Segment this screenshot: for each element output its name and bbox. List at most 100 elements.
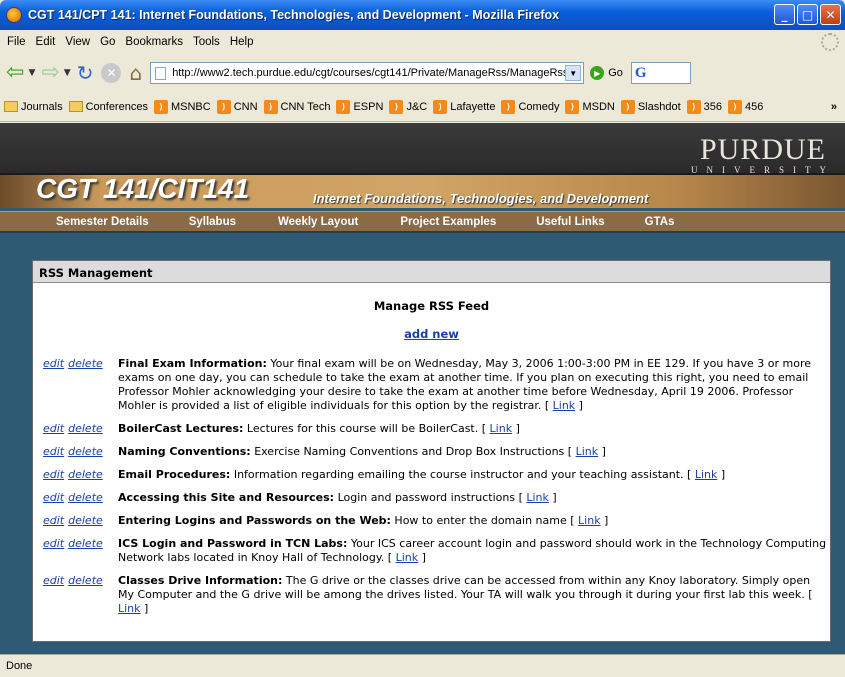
url-input[interactable]: http://www2.tech.purdue.edu/cgt/courses/…: [150, 62, 585, 84]
bookmark-label: Conferences: [85, 100, 148, 113]
bookmark-item[interactable]: ) CNN Tech: [263, 99, 330, 114]
feed-item-text: BoilerCast Lectures: Lectures for this c…: [118, 422, 520, 435]
search-box[interactable]: G: [630, 62, 691, 84]
menu-view[interactable]: View: [65, 36, 90, 48]
feed-item-actions: edit delete: [43, 537, 118, 565]
rss-icon: ): [433, 99, 448, 114]
go-button[interactable]: ▶ Go: [590, 66, 623, 80]
feed-item: edit delete Entering Logins and Passwords …: [43, 514, 828, 528]
delete-link[interactable]: delete: [68, 357, 103, 370]
link-anchor[interactable]: Link: [576, 445, 599, 458]
forward-dropdown-icon[interactable]: ▼: [64, 68, 71, 78]
link-anchor[interactable]: Link: [526, 491, 549, 504]
bookmark-label: 456: [745, 100, 764, 113]
delete-link[interactable]: delete: [68, 537, 103, 550]
menu-go[interactable]: Go: [100, 36, 115, 48]
link-anchor[interactable]: Link: [118, 602, 141, 615]
feed-item-title: Classes Drive Information:: [118, 574, 283, 587]
bookmark-label: MSNBC: [170, 100, 211, 113]
link-anchor[interactable]: Link: [578, 514, 601, 527]
edit-link[interactable]: edit: [43, 445, 64, 458]
nav-semester-details[interactable]: Semester Details: [56, 216, 149, 228]
rss-management-panel: RSS Management Manage RSS Feed add new e…: [32, 260, 831, 642]
edit-link[interactable]: edit: [43, 491, 64, 504]
delete-link[interactable]: delete: [68, 445, 103, 458]
stop-icon[interactable]: ✕: [101, 63, 122, 83]
bookmark-item[interactable]: Conferences: [68, 100, 148, 113]
bookmarks-overflow-icon[interactable]: »: [831, 101, 837, 113]
feed-item-actions: edit delete: [43, 357, 118, 413]
firefox-icon: [6, 7, 22, 23]
bookmark-item[interactable]: ) MSDN: [565, 99, 615, 114]
delete-link[interactable]: delete: [68, 514, 103, 527]
nav-syllabus[interactable]: Syllabus: [189, 216, 236, 228]
window-title: CGT 141/CPT 141: Internet Foundations, T…: [28, 8, 560, 22]
minimize-button[interactable]: _: [774, 4, 795, 25]
bookmark-item[interactable]: ) CNN: [216, 99, 258, 114]
feed-item-text: Accessing this Site and Resources: Login…: [118, 491, 557, 504]
bookmark-item[interactable]: ) Slashdot: [620, 99, 681, 114]
feed-item-text: Naming Conventions: Exercise Naming Conv…: [118, 445, 606, 458]
menu-file[interactable]: File: [7, 36, 26, 48]
back-dropdown-icon[interactable]: ▼: [28, 68, 35, 78]
bookmark-item[interactable]: ) 456: [728, 99, 764, 114]
feed-item-text: Classes Drive Information: The G drive o…: [118, 574, 813, 615]
menu-bar: File Edit View Go Bookmarks Tools Help: [0, 30, 845, 54]
nav-useful-links[interactable]: Useful Links: [536, 216, 604, 228]
menu-edit[interactable]: Edit: [36, 36, 56, 48]
link-anchor[interactable]: Link: [553, 399, 576, 412]
go-icon: ▶: [590, 66, 605, 80]
link-anchor[interactable]: Link: [490, 422, 513, 435]
forward-arrow-icon[interactable]: ⇨: [41, 62, 59, 84]
feed-item-description: How to enter the domain name: [394, 514, 567, 527]
bookmark-item[interactable]: ) J&C: [389, 99, 427, 114]
link-anchor[interactable]: Link: [695, 468, 718, 481]
site-nav: Semester Details Syllabus Weekly Layout …: [0, 211, 845, 233]
reload-icon[interactable]: ↻: [77, 61, 94, 85]
edit-link[interactable]: edit: [43, 422, 64, 435]
url-dropdown-icon[interactable]: ▼: [565, 65, 582, 81]
bookmark-item[interactable]: ) Lafayette: [433, 99, 496, 114]
menu-help[interactable]: Help: [230, 36, 254, 48]
bookmark-item[interactable]: ) Comedy: [501, 99, 559, 114]
feed-item-text: Final Exam Information: Your final exam …: [118, 357, 812, 412]
rss-icon: ): [686, 99, 701, 114]
bookmarks-toolbar: Journals Conferences) MSNBC) CNN) CNN Tech) E…: [0, 92, 845, 122]
close-button[interactable]: ✕: [820, 4, 841, 25]
feed-item-actions: edit delete: [43, 574, 118, 616]
feed-list: edit delete Final Exam Information: Your f…: [43, 357, 828, 625]
bookmark-item[interactable]: ) ESPN: [336, 99, 383, 114]
bookmark-item[interactable]: Journals: [4, 101, 63, 113]
nav-project-examples[interactable]: Project Examples: [400, 216, 496, 228]
bookmark-label: Lafayette: [450, 100, 496, 113]
edit-link[interactable]: edit: [43, 357, 64, 370]
nav-weekly-layout[interactable]: Weekly Layout: [278, 216, 358, 228]
delete-link[interactable]: delete: [68, 468, 103, 481]
menu-bookmarks[interactable]: Bookmarks: [125, 36, 183, 48]
nav-gtas[interactable]: GTAs: [645, 216, 675, 228]
feed-item-description: Exercise Naming Conventions and Drop Box…: [254, 445, 565, 458]
add-new-link[interactable]: add new: [404, 327, 459, 341]
edit-link[interactable]: edit: [43, 574, 64, 587]
edit-link[interactable]: edit: [43, 468, 64, 481]
maximize-button[interactable]: □: [797, 4, 818, 25]
back-arrow-icon[interactable]: ⇦: [6, 62, 24, 84]
bookmark-label: CNN: [233, 100, 258, 113]
feed-item: edit delete BoilerCast Lectures: Lectures …: [43, 422, 828, 436]
link-anchor[interactable]: Link: [396, 551, 419, 564]
panel-header: RSS Management: [33, 261, 830, 283]
feed-item-title: Accessing this Site and Resources:: [118, 491, 335, 504]
feed-item-text: Entering Logins and Passwords on the Web…: [118, 514, 609, 527]
url-text: http://www2.tech.purdue.edu/cgt/courses/…: [172, 67, 572, 79]
delete-link[interactable]: delete: [68, 422, 103, 435]
delete-link[interactable]: delete: [68, 574, 103, 587]
menu-tools[interactable]: Tools: [193, 36, 220, 48]
bookmark-item[interactable]: ) 356: [686, 99, 722, 114]
edit-link[interactable]: edit: [43, 514, 64, 527]
home-icon[interactable]: ⌂: [129, 61, 142, 85]
bookmark-item[interactable]: ) MSNBC: [153, 99, 211, 114]
rss-icon: ): [620, 99, 635, 114]
feed-item-text: ICS Login and Password in TCN Labs: Your…: [118, 537, 827, 564]
edit-link[interactable]: edit: [43, 537, 64, 550]
delete-link[interactable]: delete: [68, 491, 103, 504]
